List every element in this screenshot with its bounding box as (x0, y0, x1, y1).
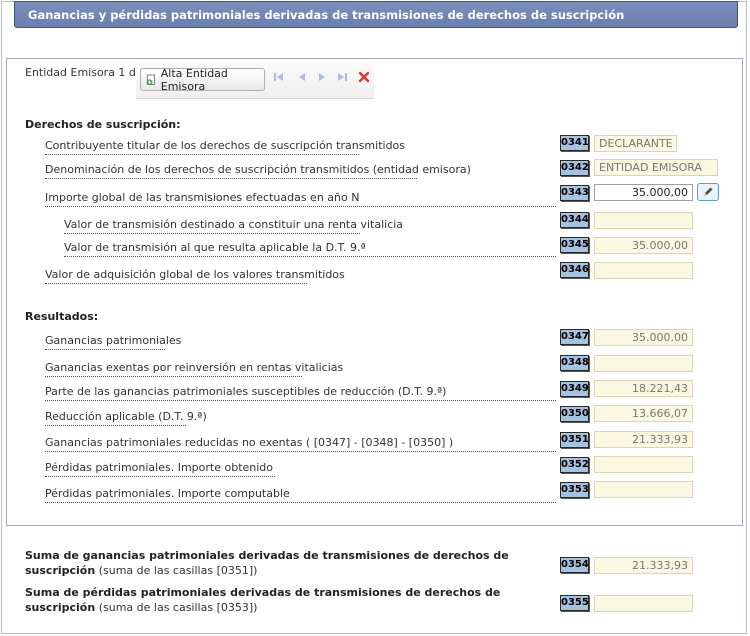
add-document-icon (146, 74, 155, 85)
resultados-title: Resultados: (25, 310, 99, 323)
row-label-0352: Pérdidas patrimoniales. Importe obtenido (45, 461, 275, 477)
next-icon[interactable] (316, 71, 328, 83)
pencil-icon (704, 187, 713, 196)
row-label-0348: Ganancias exentas por reinversión en ren… (45, 361, 343, 377)
field-0346[interactable] (594, 262, 693, 279)
sum-ganancias-normal: (suma de las casillas [0351]) (95, 564, 258, 577)
box-0352: 0352 (560, 457, 589, 473)
row-label-0345: Valor de transmisión al que resulta apli… (64, 241, 556, 257)
last-page-icon[interactable] (336, 71, 348, 83)
row-label-0349: Parte de las ganancias patrimoniales sus… (45, 385, 556, 401)
first-page-icon[interactable] (273, 71, 285, 83)
box-0343: 0343 (560, 185, 589, 201)
field-0355[interactable] (594, 595, 693, 612)
field-0342[interactable]: ENTIDAD EMISORA (594, 159, 718, 176)
entity-counter: Entidad Emisora 1 de 1 (25, 66, 154, 79)
row-label-0351: Ganancias patrimoniales reducidas no exe… (45, 436, 556, 452)
box-0349: 0349 (560, 381, 589, 397)
field-0349[interactable]: 18.221,43 (594, 380, 693, 397)
field-0347[interactable]: 35.000,00 (594, 329, 693, 346)
add-entity-label: Alta Entidad Emisora (160, 66, 228, 93)
box-0353: 0353 (560, 482, 589, 498)
box-0344: 0344 (560, 212, 589, 228)
box-0354: 0354 (560, 557, 589, 573)
edit-button[interactable] (697, 183, 719, 201)
row-label-0347: Ganancias patrimoniales (45, 334, 181, 350)
delete-icon[interactable] (358, 71, 370, 83)
field-0341[interactable]: DECLARANTE (594, 135, 677, 152)
field-0345[interactable]: 35.000,00 (594, 237, 693, 254)
field-0353[interactable] (594, 481, 693, 498)
row-label-0353: Pérdidas patrimoniales. Importe computab… (45, 487, 556, 503)
box-0345: 0345 (560, 237, 589, 253)
box-0350: 0350 (560, 406, 589, 422)
field-0352[interactable] (594, 456, 693, 473)
row-label-0346: Valor de adquisición global de los valor… (45, 268, 345, 284)
sum-ganancias-label: Suma de ganancias patrimoniales derivada… (25, 548, 555, 578)
field-0351[interactable]: 21.333,93 (594, 431, 693, 448)
box-0351: 0351 (560, 432, 589, 448)
field-0350[interactable]: 13.666,07 (594, 405, 693, 422)
row-label-0342: Denominación de los derechos de suscripc… (45, 163, 471, 179)
box-0348: 0348 (560, 355, 589, 371)
section-title: Ganancias y pérdidas patrimoniales deriv… (28, 8, 625, 22)
row-label-0344: Valor de transmisión destinado a constit… (64, 218, 403, 234)
box-0342: 0342 (560, 160, 589, 176)
section-header: Ganancias y pérdidas patrimoniales deriv… (14, 1, 738, 28)
field-0348[interactable] (594, 355, 693, 372)
box-0341: 0341 (560, 135, 589, 151)
box-0355: 0355 (560, 595, 589, 611)
box-0347: 0347 (560, 329, 589, 345)
field-0354[interactable]: 21.333,93 (594, 557, 693, 574)
row-label-0343: Importe global de las transmisiones efec… (45, 191, 556, 207)
row-label-0341: Contribuyente titular de los derechos de… (45, 139, 405, 155)
box-0346: 0346 (560, 262, 589, 278)
sum-perdidas-normal: (suma de las casillas [0353]) (95, 601, 258, 614)
derechos-title: Derechos de suscripción: (25, 118, 181, 131)
row-label-0350: Reducción aplicable (D.T. 9.ª) (45, 410, 207, 426)
add-entity-button[interactable]: Alta Entidad Emisora (140, 66, 265, 93)
field-0343[interactable]: 35.000,00 (594, 184, 693, 201)
sum-perdidas-label: Suma de pérdidas patrimoniales derivadas… (25, 585, 555, 615)
previous-icon[interactable] (296, 71, 308, 83)
field-0344[interactable] (594, 212, 693, 229)
